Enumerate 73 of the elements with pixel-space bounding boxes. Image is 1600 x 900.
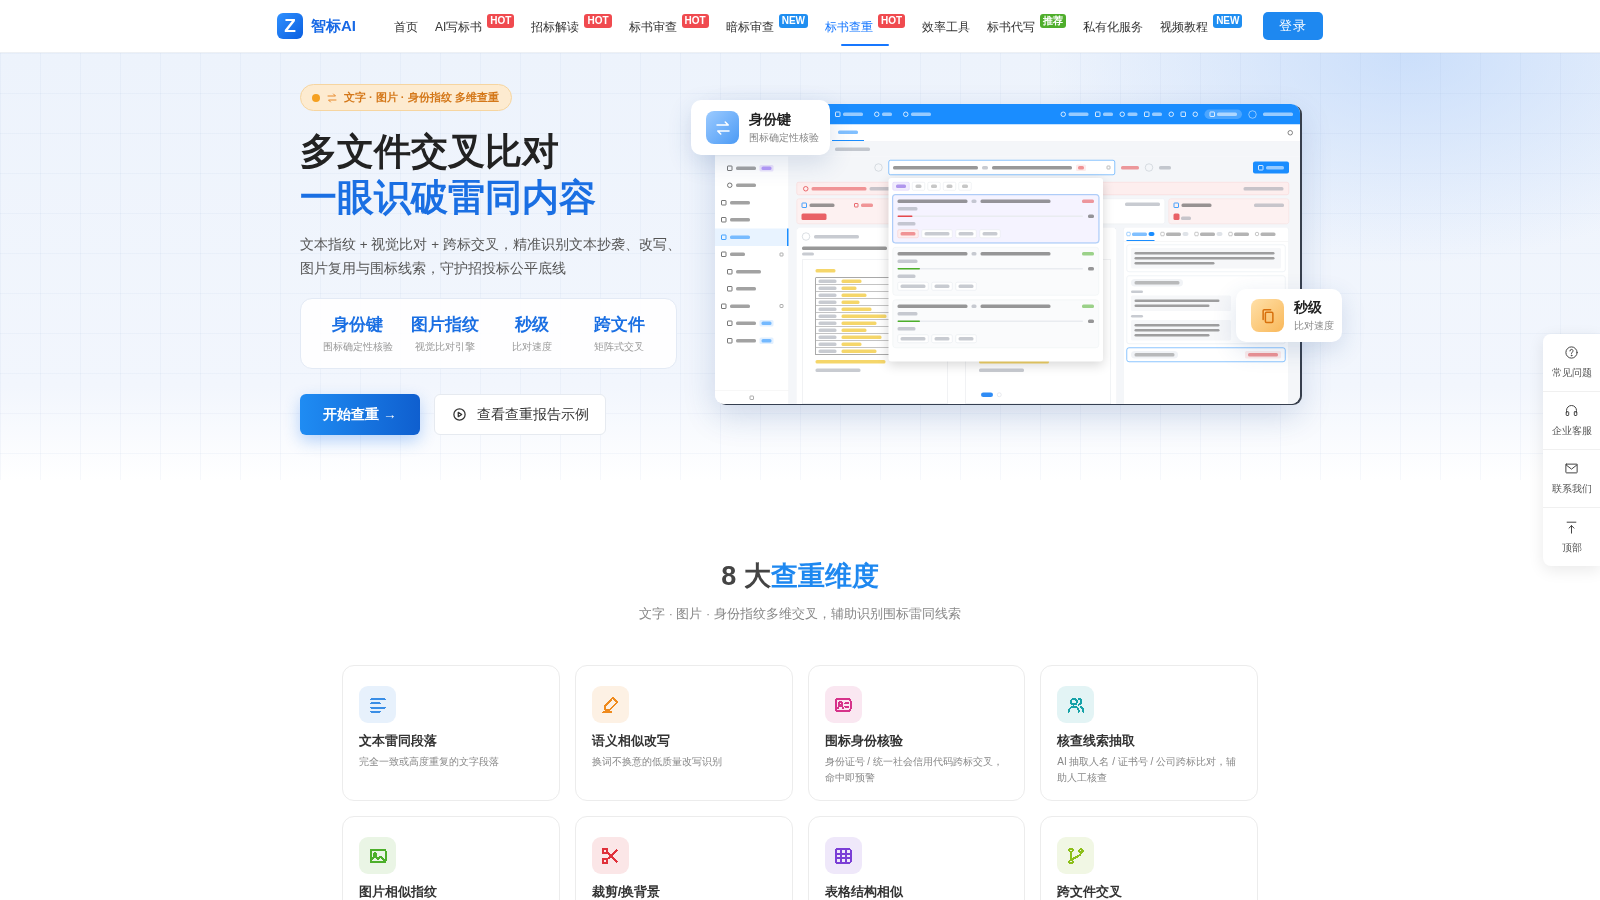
nav-link[interactable]: 视频教程 NEW [1160,6,1243,46]
section-subtitle: 文字 · 图片 · 身份指纹多维交叉，辅助识别围标雷同线索 [639,606,961,623]
sample-report-button[interactable]: 查看查重报告示例 [434,394,606,435]
documents-icon [1251,299,1284,332]
play-icon [451,407,467,422]
nav-badge: HOT [681,14,709,28]
floating-card-subtitle: 比对速度 [1294,318,1334,333]
feature-description: 换词不换意的低质量改写识别 [591,755,723,769]
feature-description: 身份证号 / 统一社会信用代码跨标交叉，命中即预警 [824,755,1004,785]
nav-link[interactable]: 首页 [394,6,418,46]
start-check-button[interactable]: 开始查重 → [300,394,420,435]
nav-link[interactable]: 招标解读 HOT [531,6,612,46]
nav-link[interactable]: 私有化服务 [1083,6,1144,46]
help-icon [1564,345,1579,360]
tag-text: 文字 · 图片 · 身份指纹 多维查重 [344,90,499,105]
side-tool-button[interactable]: 顶部 [1543,508,1600,566]
table-icon [824,837,862,874]
scissors-icon [591,837,629,874]
swap-icon [326,91,338,104]
section-title: 8 大查重维度 [721,560,879,593]
nav-link[interactable]: 标书代写 推荐 [987,6,1067,46]
nav-badge: 推荐 [1040,14,1067,28]
feature-title: 核查线索抽取 [1057,732,1137,750]
floating-card-subtitle: 围标确定性核验 [749,130,819,145]
feature-description: 完全一致或高度重复的文字段落 [359,755,500,769]
logo-mark: Z [277,13,303,39]
stat-label: 视觉比对引擎 [413,339,476,354]
branch-icon [1057,837,1095,874]
floating-card-title: 身份键 [749,110,792,128]
side-tool-button[interactable]: 常见问题 [1543,334,1600,392]
swap-icon [706,111,739,144]
mail-icon [1564,461,1579,476]
back-to-top-icon [1564,519,1579,535]
headset-icon [1564,403,1579,418]
stat-value: 秒级 [513,313,551,336]
text-lines-icon [359,686,396,723]
dot-icon [312,93,320,102]
nav-badge: NEW [1213,14,1243,28]
feature-title: 图片相似指纹 [359,883,438,900]
nav-badge: NEW [778,14,808,28]
hero-description: 文本指纹 + 视觉比对 + 跨标交叉，精准识别文本抄袭、改写、图片复用与围标线索，守护招投标公平底线 [300,236,682,278]
brand-name: 智标AI [311,16,356,36]
feature-title: 语义相似改写 [591,732,671,750]
stat-value: 身份键 [331,313,385,336]
nav-badge: HOT [878,14,906,28]
nav-badge: HOT [584,14,612,28]
nav-link[interactable]: 标书审查 HOT [628,6,709,46]
id-card-icon [824,686,862,723]
hero-highlight-title: 一眼识破雷同内容 [300,176,597,220]
nav-link[interactable]: 效率工具 [922,6,971,46]
side-tool-button[interactable]: 联系我们 [1543,450,1600,508]
feature-description: AI 抽取人名 / 证书号 / 公司跨标比对，辅助人工核查 [1057,755,1238,785]
nav-link[interactable]: 暗标审查 NEW [725,6,808,46]
users-icon [1057,686,1095,723]
feature-title: 跨文件交叉 [1057,883,1124,900]
stat-label: 围标确定性核验 [321,339,394,354]
image-icon [359,837,396,874]
feature-title: 围标身份核验 [824,732,904,750]
floating-card-title: 秒级 [1294,298,1323,316]
nav-link[interactable]: AI写标书 HOT [435,6,515,46]
hero-title: 多文件交叉比对 [300,130,560,174]
stat-value: 跨文件 [592,313,646,336]
stat-label: 矩阵式交叉 [593,339,646,354]
login-button[interactable]: 登录 [1263,12,1323,40]
nav-badge: HOT [487,14,515,28]
feature-title: 裁剪/换背景 [591,883,662,900]
feature-title: 表格结构相似 [824,883,904,900]
highlighter-icon [591,686,629,723]
stat-label: 比对速度 [511,339,554,354]
stat-value: 图片指纹 [409,313,480,336]
feature-title: 文本雷同段落 [359,732,438,750]
nav-link[interactable]: 标书查重 HOT [825,6,906,46]
side-tool-button[interactable]: 企业客服 [1543,392,1600,450]
